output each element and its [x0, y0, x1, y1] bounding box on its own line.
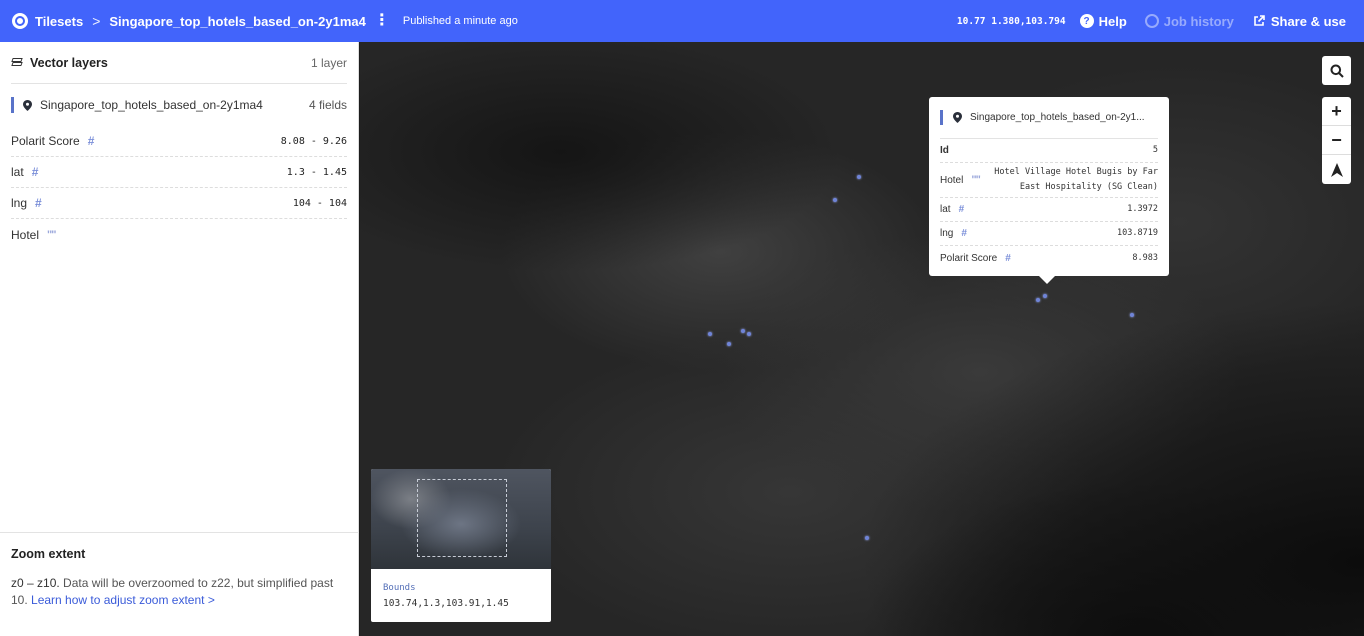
popup-key: Polarit Score — [940, 252, 998, 264]
map-point[interactable] — [747, 332, 751, 336]
tileset-name: Singapore_top_hotels_based_on-2y1ma4 — [109, 13, 366, 29]
zoom-help-link-label: Learn how to adjust zoom extent — [31, 593, 205, 607]
breadcrumb-chevron-icon: > — [92, 13, 101, 29]
popup-row: lng # 103.8719 — [940, 222, 1158, 246]
zoom-help-link[interactable]: Learn how to adjust zoom extent > — [31, 593, 215, 607]
popup-key-wrap: lat # — [940, 204, 964, 215]
field-row: Hotel "" — [11, 219, 347, 250]
map-pin-icon — [953, 112, 962, 123]
help-button[interactable]: ? Help — [1079, 13, 1127, 29]
external-link-icon — [1252, 14, 1266, 28]
vector-layers-title: Vector layers — [30, 55, 108, 70]
search-control — [1322, 56, 1351, 85]
bounds-box — [417, 479, 507, 557]
field-range: 8.08 - 9.26 — [280, 135, 347, 147]
zoom-out-button[interactable]: − — [1322, 126, 1351, 155]
field-row: Polarit Score # 8.08 - 9.26 — [11, 126, 347, 157]
field-name: Polarit Score — [11, 134, 80, 148]
popup-row: Polarit Score # 8.983 — [940, 246, 1158, 270]
bounds-value: 103.74,1.3,103.91,1.45 — [383, 598, 509, 609]
number-type-icon: # — [35, 196, 42, 210]
search-icon[interactable] — [1322, 56, 1351, 85]
map-point[interactable] — [1036, 298, 1040, 302]
zoom-in-button[interactable]: + — [1322, 97, 1351, 126]
navigation-control: + − — [1322, 97, 1351, 184]
zoom-range: z0 – z10. — [11, 576, 60, 590]
help-label: Help — [1098, 13, 1127, 29]
mapbox-logo-icon[interactable] — [12, 13, 28, 29]
popup-key-wrap: Polarit Score # — [940, 253, 1011, 264]
popup-key: Id — [940, 145, 949, 156]
clock-icon — [1144, 14, 1159, 28]
minimap-image — [371, 469, 551, 569]
number-type-icon: # — [87, 134, 95, 148]
map-point[interactable] — [727, 342, 731, 346]
chevron-right-icon: > — [207, 593, 215, 607]
map-point[interactable] — [865, 536, 869, 540]
layer-color-swatch — [940, 110, 943, 125]
field-row: lng # 104 - 104 — [11, 188, 347, 219]
map-pin-icon — [23, 99, 32, 111]
bounds-label: Bounds — [383, 583, 416, 593]
more-options-icon[interactable]: ⋮ — [374, 13, 390, 29]
field-range: 1.3 - 1.45 — [286, 166, 347, 178]
string-type-icon: "" — [47, 228, 56, 241]
share-label: Share & use — [1270, 13, 1346, 29]
popup-key: lat — [940, 204, 951, 215]
popup-header: Singapore_top_hotels_based_on-2y1... — [940, 97, 1158, 139]
top-bar: Tilesets > Singapore_top_hotels_based_on… — [0, 0, 1364, 42]
field-range: 104 - 104 — [292, 197, 347, 209]
feature-popup: Singapore_top_hotels_based_on-2y1... Id … — [929, 97, 1169, 284]
layer-fields-count: 4 fields — [308, 98, 347, 112]
layer-color-swatch — [11, 97, 14, 113]
share-button[interactable]: Share & use — [1252, 14, 1346, 29]
layers-icon — [11, 57, 23, 69]
popup-row: Id 5 — [940, 139, 1158, 163]
popup-key-wrap: Hotel "" — [940, 174, 981, 186]
field-name: lat — [11, 165, 24, 179]
breadcrumb-tilesets[interactable]: Tilesets — [35, 14, 83, 29]
field-row: lat # 1.3 - 1.45 — [11, 157, 347, 188]
map-point[interactable] — [857, 175, 861, 179]
map-point[interactable] — [833, 198, 837, 202]
zoom-coordinates-readout: 10.77 1.380,103.794 — [956, 15, 1066, 27]
popup-value: 1.3972 — [1127, 204, 1158, 214]
popup-row: Hotel "" Hotel Village Hotel Bugis by Far… — [940, 163, 1158, 198]
string-type-icon: "" — [971, 174, 980, 186]
published-status: Published a minute ago — [402, 15, 518, 27]
map-point[interactable] — [1130, 313, 1134, 317]
map-point[interactable] — [1043, 294, 1047, 298]
map-point[interactable] — [741, 329, 745, 333]
map-canvas[interactable]: + − Singapore_top_hotels_based_on-2y1...… — [360, 42, 1364, 636]
vector-layers-header: Vector layers 1 layer — [11, 42, 347, 84]
job-history-button[interactable]: Job history — [1144, 13, 1234, 29]
zoom-extent-description: z0 – z10. Data will be overzoomed to z22… — [11, 575, 348, 609]
zoom-extent-panel: Zoom extent z0 – z10. Data will be overz… — [0, 532, 359, 609]
layer-count: 1 layer — [310, 55, 347, 70]
sidebar: Vector layers 1 layer Singapore_top_hote… — [0, 42, 359, 636]
zoom-extent-title: Zoom extent — [11, 547, 86, 561]
number-type-icon: # — [958, 204, 965, 215]
popup-key: Hotel — [940, 174, 964, 186]
layer-item[interactable]: Singapore_top_hotels_based_on-2y1ma4 4 f… — [11, 84, 347, 126]
popup-key-wrap: lng # — [940, 228, 967, 239]
compass-icon[interactable] — [1322, 155, 1351, 184]
popup-value: Hotel Village Hotel Bugis by Far East Ho… — [994, 167, 1158, 192]
popup-row: lat # 1.3972 — [940, 198, 1158, 222]
number-type-icon: # — [961, 228, 967, 239]
bounds-minimap: Bounds 103.74,1.3,103.91,1.45 — [371, 469, 551, 622]
layer-name: Singapore_top_hotels_based_on-2y1ma4 — [40, 98, 263, 112]
popup-value: 103.8719 — [1117, 228, 1158, 238]
popup-value: 8.983 — [1132, 252, 1158, 263]
popup-key: lng — [940, 228, 954, 239]
popup-layer-name: Singapore_top_hotels_based_on-2y1... — [970, 112, 1145, 123]
popup-value: 5 — [1152, 145, 1158, 155]
job-history-label: Job history — [1163, 13, 1234, 29]
help-icon: ? — [1079, 14, 1094, 28]
number-type-icon: # — [1005, 252, 1011, 264]
map-point[interactable] — [708, 332, 712, 336]
field-name: lng — [11, 196, 28, 210]
field-name: Hotel — [11, 227, 40, 242]
number-type-icon: # — [31, 165, 39, 179]
